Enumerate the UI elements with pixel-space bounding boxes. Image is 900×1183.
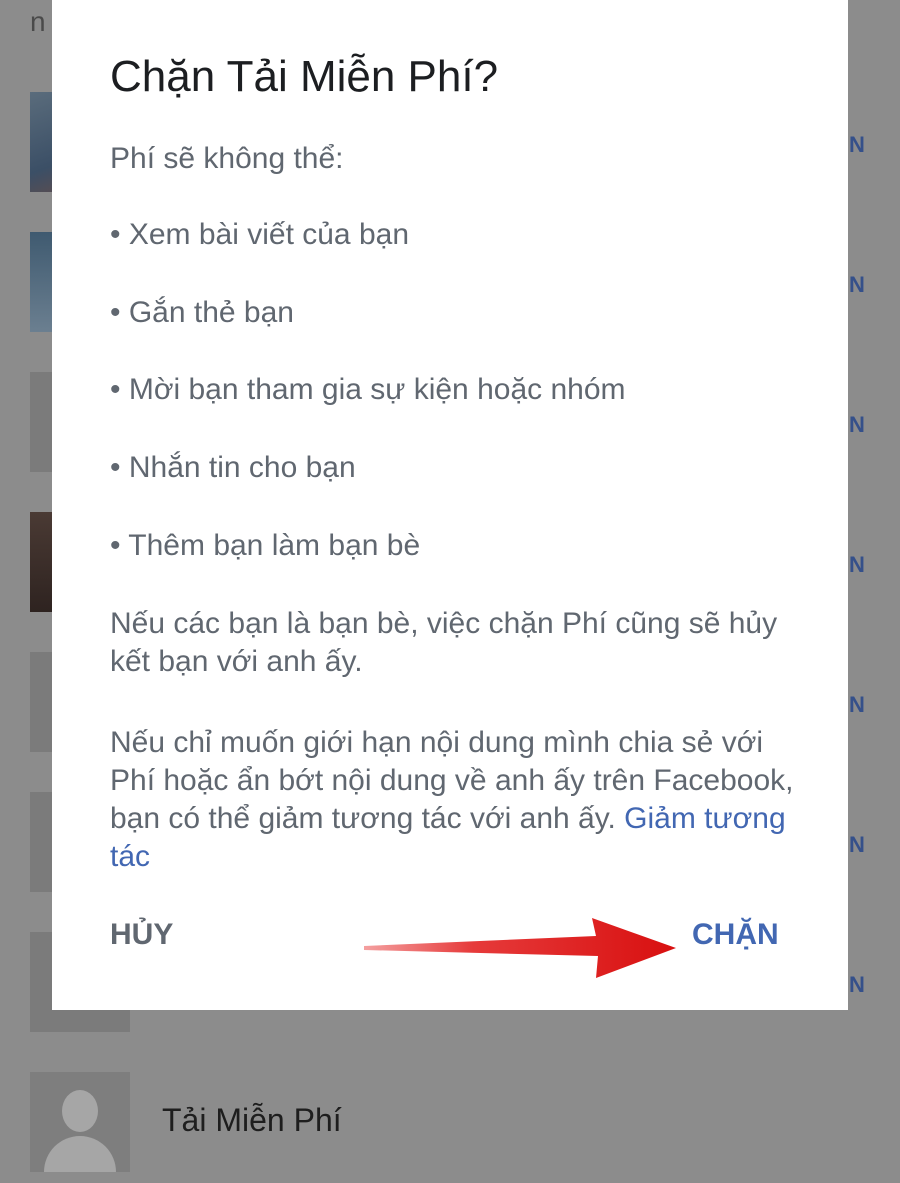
restriction-item: • Gắn thẻ bạn [110,296,294,329]
restriction-item: • Nhắn tin cho bạn [110,451,356,484]
list-row-action-letter[interactable]: N [849,972,865,998]
dialog-title: Chặn Tải Miễn Phí? [110,52,499,101]
unfriend-notice: Nếu các bạn là bạn bè, việc chặn Phí cũn… [110,607,778,678]
list-row-action-letter[interactable]: N [849,692,865,718]
restriction-item: • Mời bạn tham gia sự kiện hoặc nhóm [110,373,626,406]
block-button[interactable]: CHẶN [692,918,779,952]
restriction-item: • Xem bài viết của bạn [110,218,410,251]
list-row-action-letter[interactable]: N [849,132,865,158]
list-row-action-letter[interactable]: N [849,552,865,578]
avatar-shoulders [44,1136,116,1172]
list-row-action-letter[interactable]: N [849,412,865,438]
dialog-intro: Phí sẽ không thể: [110,142,344,175]
background-snippet: n [30,6,46,37]
list-row-action-letter[interactable]: N [849,832,865,858]
list-row-action-letter[interactable]: N [849,272,865,298]
default-avatar-icon [30,1072,130,1172]
limit-interaction-notice: Nếu chỉ muốn giới hạn nội dung mình chia… [110,724,810,876]
cancel-button[interactable]: HỦY [110,918,173,952]
list-item[interactable]: Tải Miễn Phí [30,1072,870,1172]
avatar-head [62,1090,98,1132]
block-confirmation-dialog: Chặn Tải Miễn Phí? Phí sẽ không thể: • X… [52,0,848,1010]
red-arrow-icon [364,918,676,978]
restriction-item: • Thêm bạn làm bạn bè [110,529,421,562]
list-item-name: Tải Miễn Phí [162,1102,342,1138]
